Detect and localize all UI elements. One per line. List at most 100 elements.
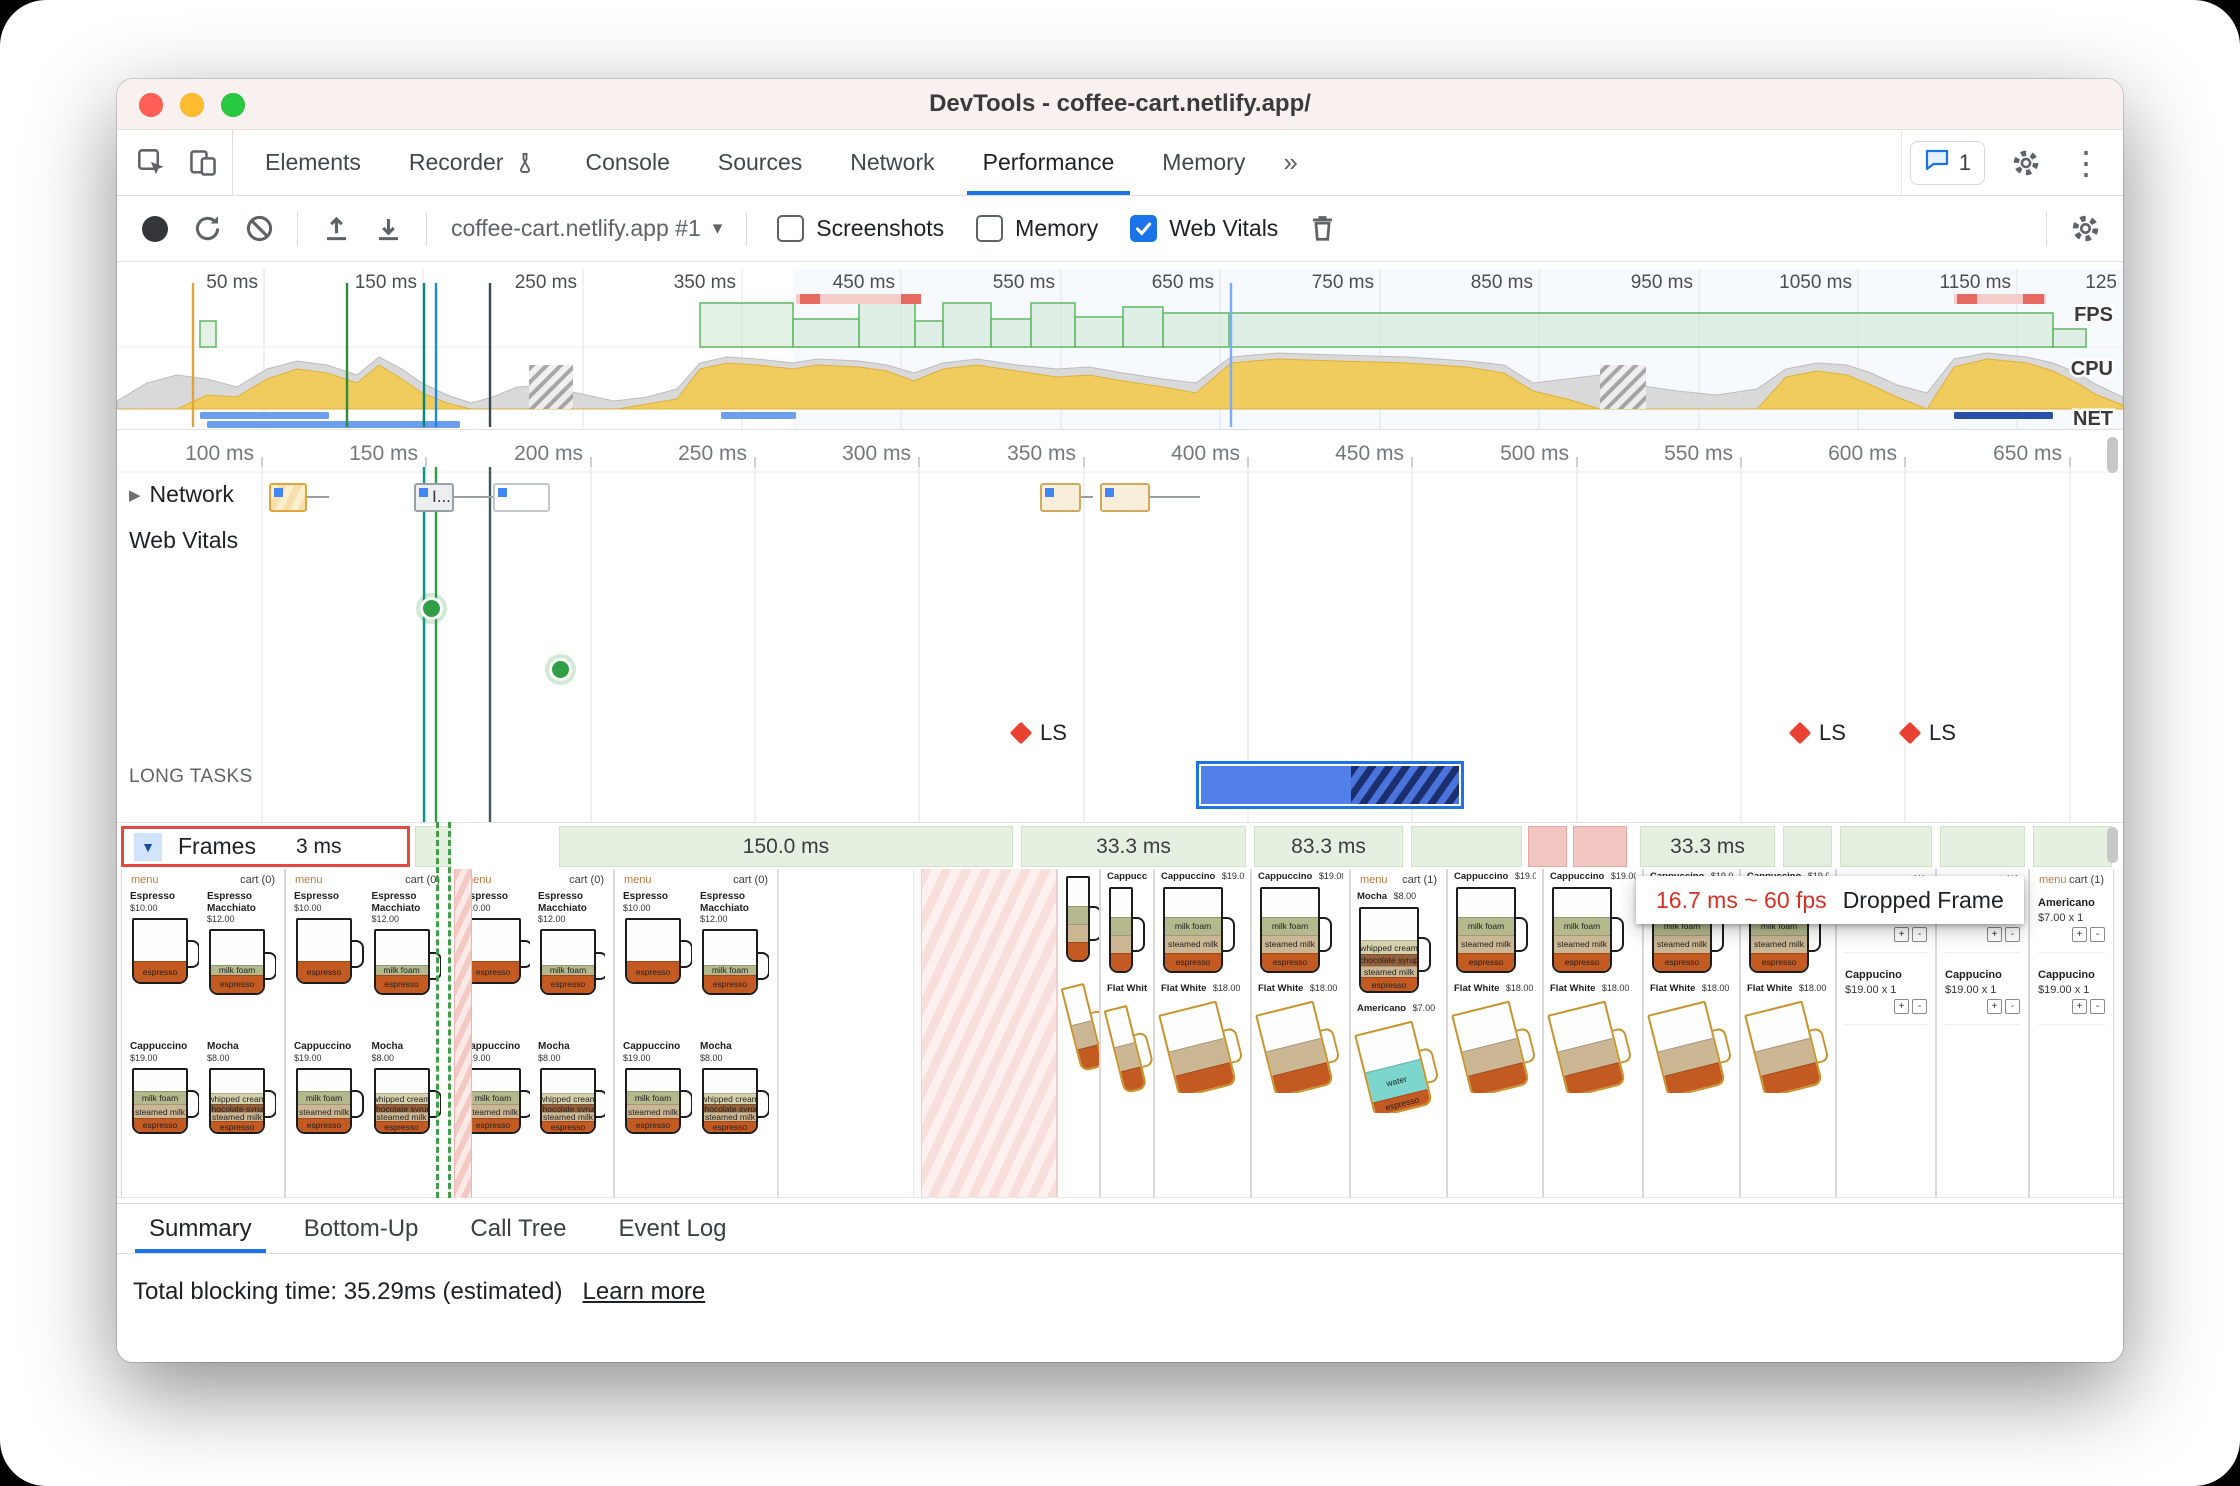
bottom-tab-bottom-up[interactable]: Bottom-Up bbox=[278, 1204, 445, 1253]
menu-link[interactable]: menu bbox=[1360, 874, 1388, 886]
tab-memory[interactable]: Memory bbox=[1138, 130, 1269, 195]
inspect-element-icon[interactable] bbox=[125, 130, 179, 195]
frame-duration-segment[interactable] bbox=[413, 826, 453, 867]
frame-duration-segment[interactable] bbox=[1781, 826, 1834, 867]
frames-track-header-highlight[interactable]: ▼ Frames 3 ms bbox=[121, 826, 410, 867]
disclosure-triangle-icon[interactable]: ▶ bbox=[129, 486, 141, 504]
frame-duration-segment[interactable]: 83.3 ms bbox=[1252, 826, 1405, 867]
filmstrip-frame[interactable]: menu cart (0) Espresso $10.00 espresso Espres… bbox=[121, 869, 285, 1197]
filmstrip-frame[interactable]: menu cart (0) Espresso $10.00 espresso Espres… bbox=[285, 869, 450, 1197]
history-dropdown[interactable]: coffee-cart.netlify.app #1 ▾ bbox=[441, 215, 732, 242]
layout-shift-marker[interactable]: LS bbox=[1009, 720, 1067, 746]
stepper-button[interactable]: - bbox=[1912, 999, 1927, 1015]
checkbox-box bbox=[1130, 215, 1158, 242]
minimize-button[interactable] bbox=[180, 93, 204, 117]
stepper-button[interactable]: - bbox=[2005, 999, 2020, 1015]
stepper-button[interactable]: + bbox=[2072, 927, 2087, 943]
cart-link[interactable]: cart (0) bbox=[240, 874, 275, 886]
tab-recorder[interactable]: Recorder bbox=[385, 130, 562, 195]
filmstrip-frame[interactable] bbox=[1057, 869, 1100, 1197]
menu-link[interactable]: menu bbox=[2039, 874, 2067, 886]
clear-recording-icon[interactable] bbox=[235, 205, 283, 253]
frame-duration-segment[interactable]: 150.0 ms bbox=[557, 826, 1015, 867]
disclosure-triangle-icon[interactable]: ▼ bbox=[134, 832, 162, 861]
menu-dots-icon[interactable]: ⋮ bbox=[2059, 147, 2113, 179]
filmstrip-frame[interactable]: menucart (1)Americano$7.00 x 1+-Cappucin… bbox=[2029, 869, 2114, 1197]
more-tabs-chevron[interactable]: » bbox=[1269, 130, 1311, 195]
cart-link[interactable]: cart (0) bbox=[405, 874, 440, 886]
tab-elements[interactable]: Elements bbox=[241, 130, 385, 195]
frame-duration-segment[interactable] bbox=[1409, 826, 1524, 867]
bottom-tab-summary[interactable]: Summary bbox=[123, 1204, 278, 1253]
frame-duration-segment[interactable] bbox=[2031, 826, 2114, 867]
bottom-tab-call-tree[interactable]: Call Tree bbox=[444, 1204, 592, 1253]
filmstrip-frame[interactable]: Cappuccino $19.00 Flat White $18.00 bbox=[1100, 869, 1154, 1197]
menu-link[interactable]: menu bbox=[624, 874, 652, 886]
filmstrip-frame[interactable]: menu cart (0) Espresso $10.00 espresso Espres… bbox=[454, 869, 614, 1197]
checkbox-memory[interactable]: Memory bbox=[976, 215, 1098, 242]
layout-shift-marker[interactable]: LS bbox=[1788, 720, 1846, 746]
menu-link[interactable]: menu bbox=[295, 874, 323, 886]
stepper-button[interactable]: + bbox=[1987, 999, 2002, 1015]
frame-duration-segment[interactable]: 33.3 ms bbox=[1638, 826, 1777, 867]
network-request[interactable]: I... bbox=[414, 483, 454, 512]
record-button[interactable] bbox=[131, 205, 179, 253]
network-request[interactable] bbox=[493, 483, 550, 512]
checkbox-screenshots[interactable]: Screenshots bbox=[777, 215, 944, 242]
frame-duration-segment[interactable] bbox=[1528, 826, 1567, 867]
network-request[interactable] bbox=[269, 483, 307, 512]
close-button[interactable] bbox=[139, 93, 163, 117]
timeline-overview[interactable]: 50 ms 150 ms 250 ms 350 ms 450 ms 550 ms 650 m… bbox=[117, 269, 2123, 429]
cart-link[interactable]: cart (1) bbox=[2069, 874, 2104, 886]
filmstrip-frame[interactable]: Cappuccino $19.00 milk foamsteamed milkes… bbox=[1251, 869, 1350, 1197]
filmstrip-frame[interactable] bbox=[921, 869, 1057, 1197]
stepper-button[interactable]: - bbox=[2090, 927, 2105, 943]
fullscreen-button[interactable] bbox=[221, 93, 245, 117]
frame-duration-segment[interactable] bbox=[1838, 826, 1934, 867]
device-toolbar-icon[interactable] bbox=[179, 130, 233, 195]
load-profile-icon[interactable] bbox=[312, 205, 360, 253]
tab-sources[interactable]: Sources bbox=[694, 130, 826, 195]
stepper-button[interactable]: + bbox=[1987, 927, 2002, 943]
cart-link[interactable]: cart (0) bbox=[733, 874, 768, 886]
capture-settings-gear-icon[interactable] bbox=[2061, 205, 2109, 253]
layout-shift-marker[interactable]: LS bbox=[1898, 720, 1956, 746]
filmstrip-frame[interactable]: menu cart (0) Espresso $10.00 espresso Espres… bbox=[614, 869, 778, 1197]
issues-counter[interactable]: 1 bbox=[1909, 140, 1985, 185]
delete-recording-icon[interactable] bbox=[1298, 205, 1346, 253]
network-request[interactable] bbox=[1100, 483, 1150, 512]
reload-and-record-icon[interactable] bbox=[183, 205, 231, 253]
stepper-button[interactable]: + bbox=[1894, 927, 1909, 943]
web-vital-dot[interactable] bbox=[423, 600, 440, 617]
checkbox-web-vitals[interactable]: Web Vitals bbox=[1130, 215, 1278, 242]
stepper-button[interactable]: - bbox=[1912, 927, 1927, 943]
filmstrip-frame[interactable]: menu cart (1) Mocha $8.00 whipped cream choc… bbox=[1350, 869, 1447, 1197]
bottom-tab-event-log[interactable]: Event Log bbox=[592, 1204, 752, 1253]
settings-gear-icon[interactable] bbox=[1999, 148, 2053, 178]
frame-duration-segment[interactable]: 33.3 ms bbox=[1019, 826, 1248, 867]
web-vital-dot[interactable] bbox=[552, 661, 569, 678]
vertical-scrollbar-thumb[interactable] bbox=[2107, 827, 2118, 863]
tab-console[interactable]: Console bbox=[561, 130, 693, 195]
stepper-button[interactable]: - bbox=[2090, 999, 2105, 1015]
vertical-scrollbar-thumb[interactable] bbox=[2107, 437, 2118, 473]
stepper-button[interactable]: - bbox=[2005, 927, 2020, 943]
frame-duration-segment[interactable] bbox=[1938, 826, 2027, 867]
menu-link[interactable]: menu bbox=[131, 874, 159, 886]
save-profile-icon[interactable] bbox=[364, 205, 412, 253]
filmstrip-frame[interactable]: Cappuccino $19.00 milk foamsteamed milkes… bbox=[1543, 869, 1643, 1197]
stepper-button[interactable]: + bbox=[1894, 999, 1909, 1015]
learn-more-link[interactable]: Learn more bbox=[583, 1278, 706, 1305]
stepper-button[interactable]: + bbox=[2072, 999, 2087, 1015]
long-task-bar[interactable] bbox=[1196, 761, 1464, 809]
tab-performance[interactable]: Performance bbox=[959, 130, 1139, 195]
filmstrip-frame[interactable] bbox=[778, 869, 914, 1197]
filmstrip-frame[interactable]: Cappuccino $19.00 milk foamsteamed milkes… bbox=[1447, 869, 1543, 1197]
cart-link[interactable]: cart (0) bbox=[569, 874, 604, 886]
tab-network[interactable]: Network bbox=[826, 130, 958, 195]
frame-duration-segment[interactable] bbox=[1573, 826, 1627, 867]
network-track-header[interactable]: ▶ Network bbox=[129, 481, 234, 508]
cart-link[interactable]: cart (1) bbox=[1402, 874, 1437, 886]
filmstrip-frame[interactable]: Cappuccino $19.00 milk foamsteamed milkes… bbox=[1154, 869, 1251, 1197]
network-request[interactable] bbox=[1040, 483, 1081, 512]
